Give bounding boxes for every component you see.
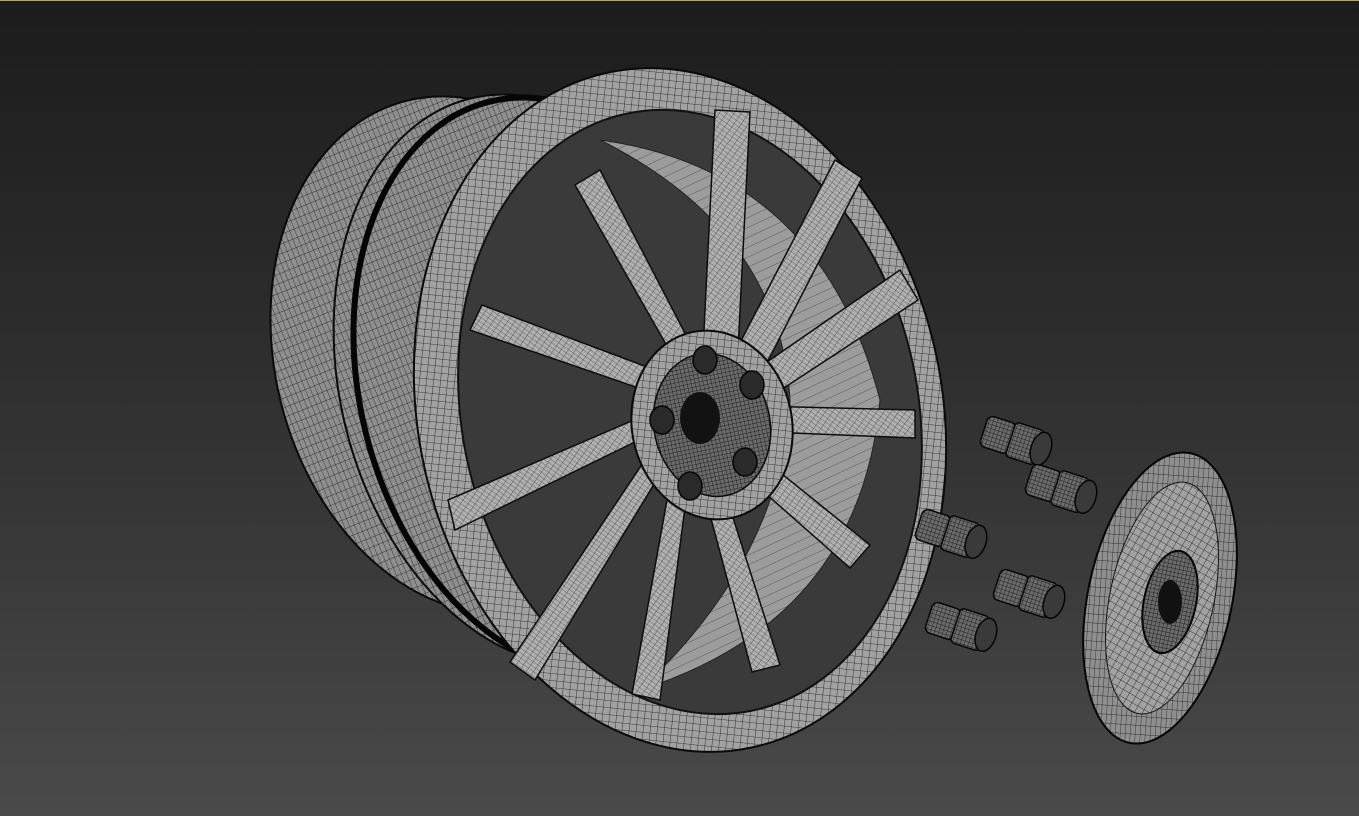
3d-viewport[interactable]: [0, 0, 1359, 816]
lug-nut[interactable]: [1023, 461, 1101, 517]
lug-hole: [732, 447, 758, 477]
lug-hole: [739, 370, 765, 400]
center-cap-logo: [1158, 580, 1182, 624]
lug-nut[interactable]: [978, 413, 1056, 469]
lug-nut[interactable]: [991, 566, 1069, 622]
viewport-scene[interactable]: [0, 0, 1359, 816]
wheel-rim[interactable]: [217, 18, 1008, 802]
lug-hole: [677, 471, 703, 501]
lug-hole: [649, 405, 675, 435]
lug-hole: [692, 345, 718, 375]
rim-center-bore: [680, 392, 720, 444]
lug-nut[interactable]: [923, 599, 1001, 655]
